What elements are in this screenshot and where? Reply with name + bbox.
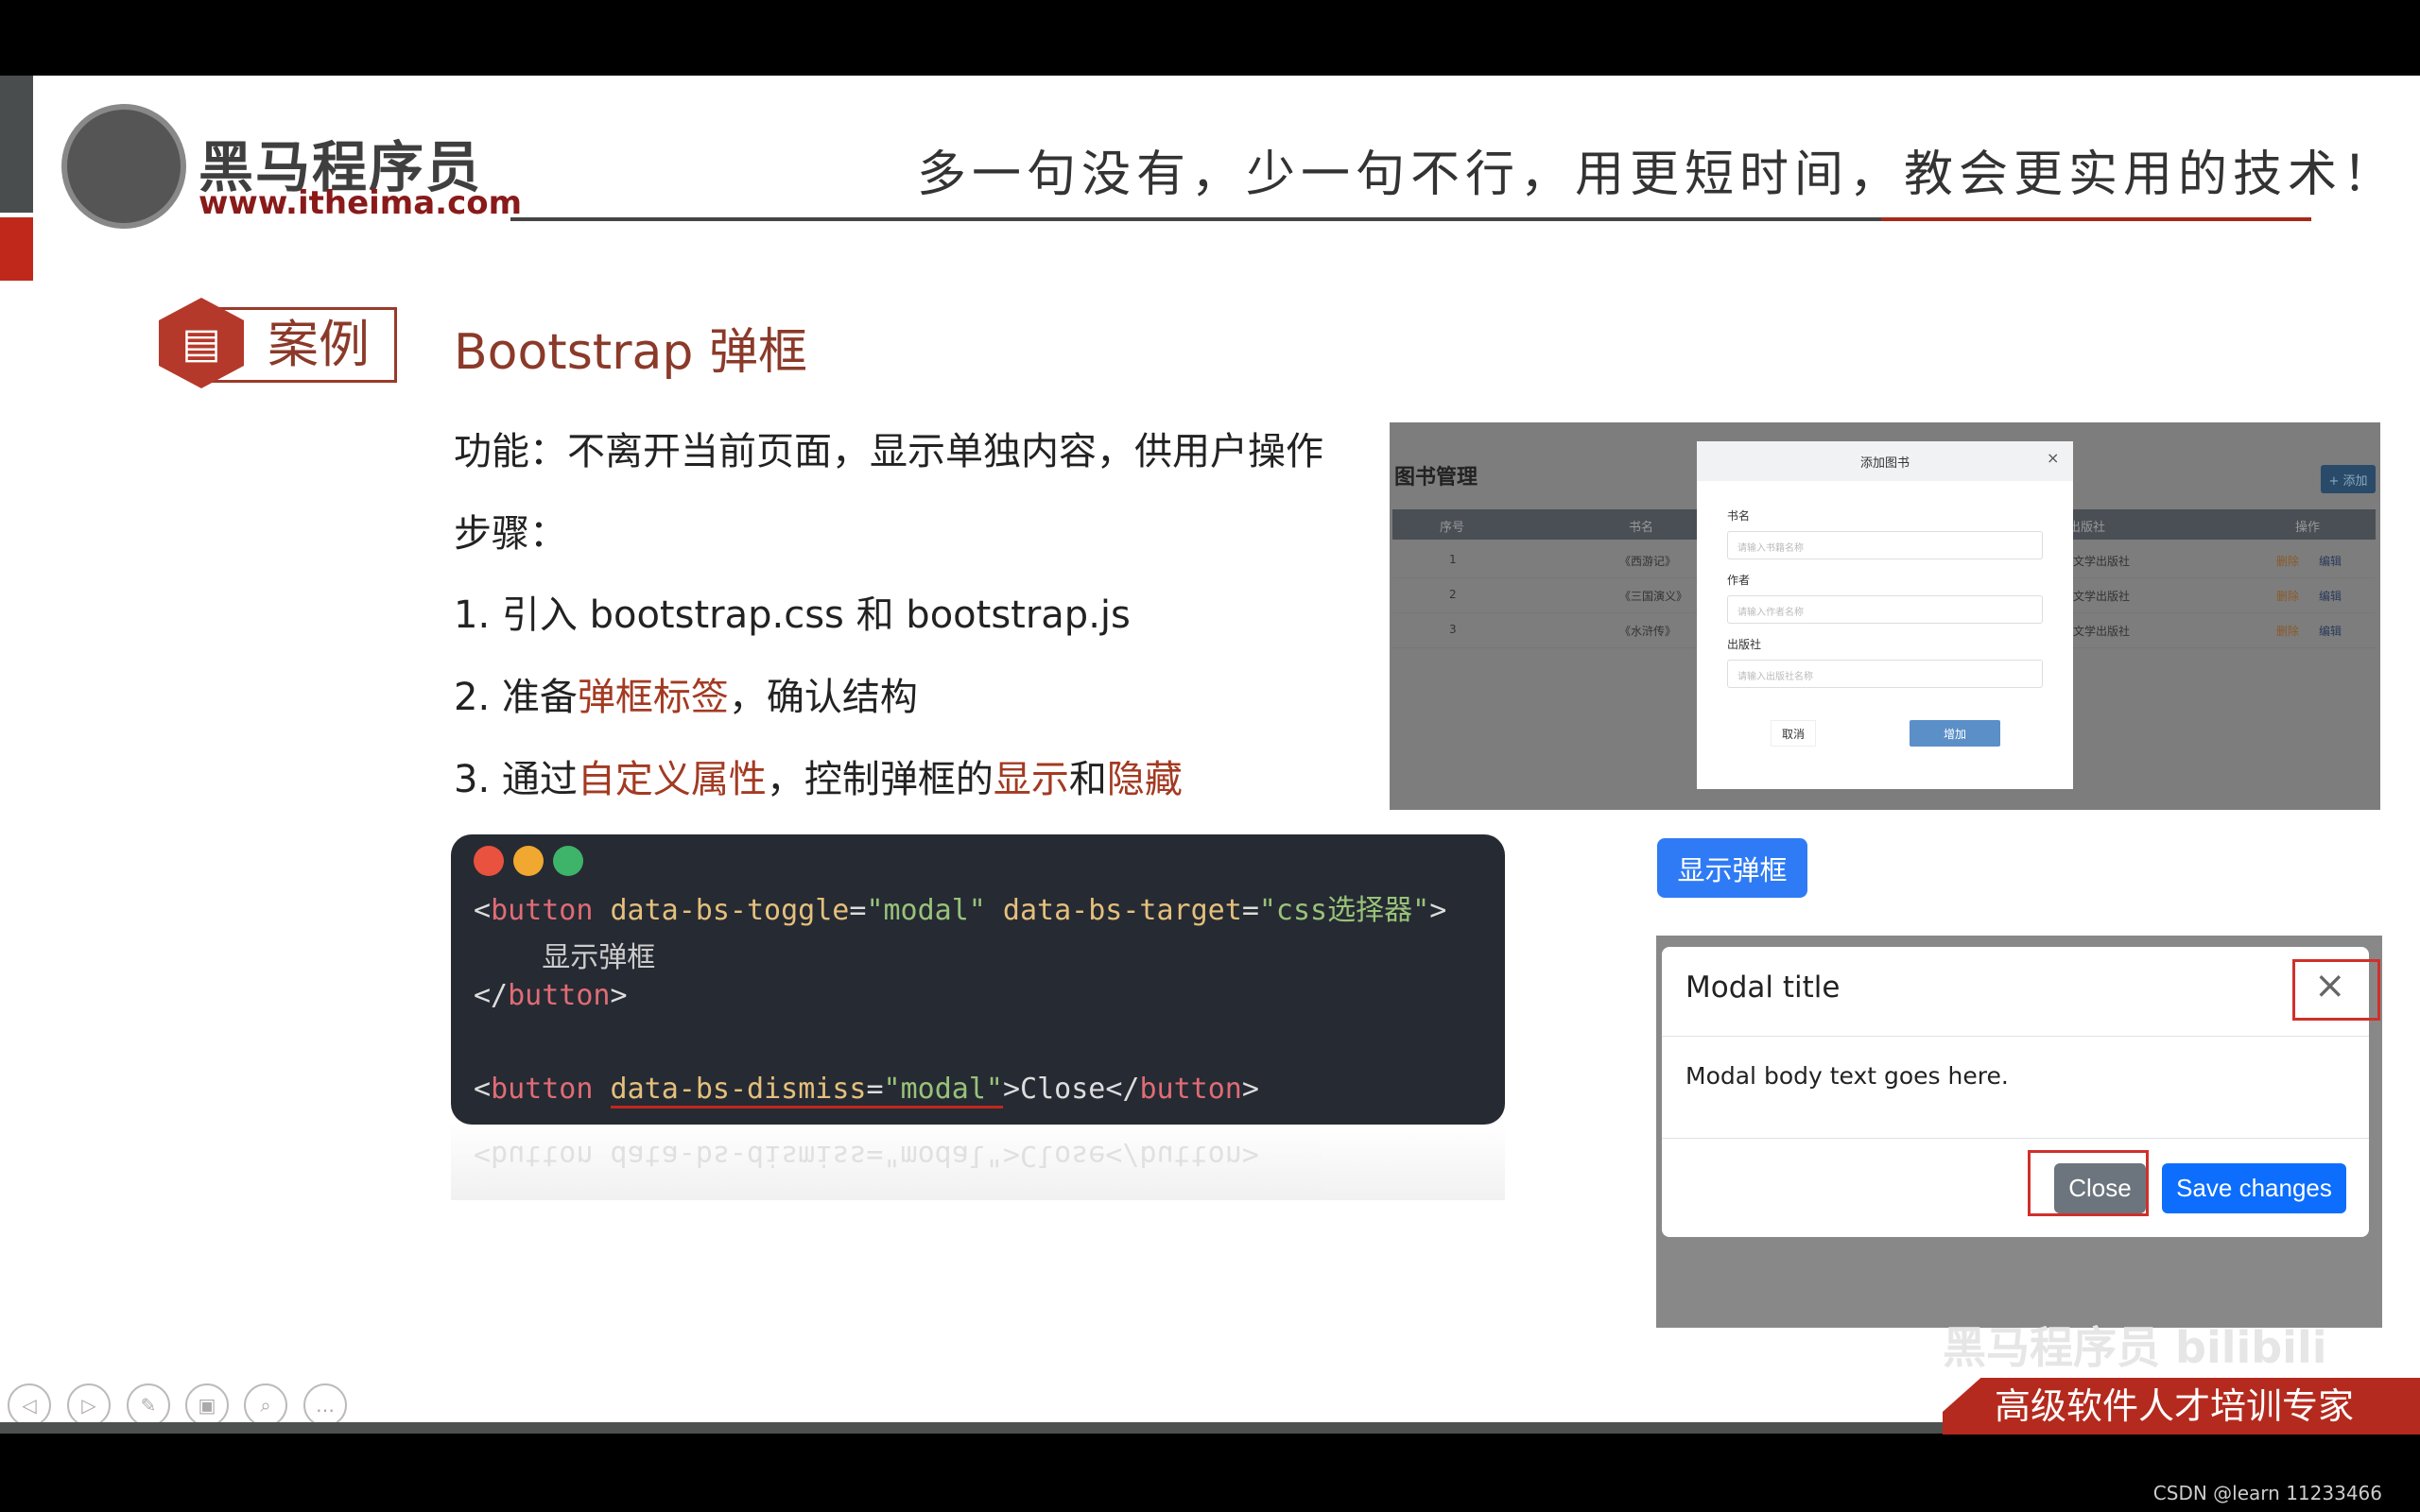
next-slide-icon[interactable]: ▷ [67, 1383, 111, 1427]
code-line-4: <button data-bs-dismiss="modal">Close</b… [474, 1073, 1259, 1108]
row-publisher: 文学出版社 [2073, 625, 2131, 638]
col-publisher: 出版社 [2068, 521, 2106, 535]
prev-slide-icon[interactable]: ◁ [8, 1383, 51, 1427]
col-index: 序号 [1440, 521, 1465, 535]
horse-logo-icon [61, 104, 186, 229]
field-label: 出版社 [1727, 638, 1762, 651]
row-publisher: 文学出版社 [2073, 590, 2131, 603]
delete-link[interactable]: 删除 [2276, 588, 2299, 604]
window-minimize-dot [513, 846, 544, 876]
field-label: 书名 [1727, 509, 1751, 523]
delete-link[interactable]: 删除 [2276, 553, 2299, 569]
step-2-post: ，确认结构 [728, 676, 918, 719]
slogan: 多一句没有，少一句不行，用更短时间，教会更实用的技术！ [917, 146, 2398, 203]
code-line-2: 显示弹框 [474, 941, 656, 974]
step-2-highlight: 弹框标签 [577, 676, 729, 719]
step-3-highlight-2: 显示 [993, 758, 1069, 801]
cancel-button[interactable]: 取消 [1771, 720, 1816, 747]
highlight-close-button [2028, 1150, 2149, 1216]
footer-divider [1662, 1138, 2369, 1139]
field-label: 作者 [1727, 574, 1751, 587]
slides-grid-icon[interactable]: ▣ [185, 1383, 229, 1427]
col-actions: 操作 [2295, 521, 2321, 535]
field-input[interactable]: 请输入作者名称 [1727, 595, 2043, 624]
step-3-highlight-1: 自定义属性 [577, 758, 767, 801]
modal-body: Modal body text goes here. [1685, 1062, 2009, 1090]
edit-link[interactable]: 编辑 [2319, 623, 2342, 639]
more-icon[interactable]: … [303, 1383, 347, 1427]
zoom-icon[interactable]: ⌕ [244, 1383, 287, 1427]
code-block: <button data-bs-toggle="modal" data-bs-t… [451, 834, 1505, 1125]
code-line-1: <button data-bs-toggle="modal" data-bs-t… [474, 894, 1447, 927]
add-book-modal: 添加图书 × 书名 请输入书籍名称 作者 请输入作者名称 出版社 请输入出版社名称 取消 … [1697, 441, 2073, 789]
book-page-title: 图书管理 [1394, 466, 1478, 490]
field-input[interactable]: 请输入出版社名称 [1727, 660, 2043, 688]
pen-icon[interactable]: ✎ [127, 1383, 170, 1427]
watermark: 黑马程序员 bilibili [1943, 1322, 2327, 1373]
csdn-credit: CSDN @learn 11233466 [2152, 1482, 2382, 1504]
step-2-pre: 2. 准备 [454, 676, 578, 719]
footer-banner: 高级软件人才培训专家 [1943, 1378, 2420, 1435]
demo-modal: Modal title × Modal body text goes here.… [1662, 947, 2369, 1237]
code-reflection: <button data-bs-dismiss="modal">Close</b… [451, 1125, 1505, 1200]
row-index: 1 [1449, 553, 1457, 566]
row-title: 《水浒传》 [1619, 625, 1677, 638]
step-3-pre: 3. 通过 [454, 758, 578, 801]
logo-url: www.itheima.com [199, 184, 523, 222]
col-title: 书名 [1629, 521, 1654, 535]
book-manager-screenshot: 图书管理 + 添加 序号 书名 出版社 操作 1 《西游记》 文学出版社 删除 编辑 2 《… [1390, 422, 2380, 810]
step-2: 2. 准备弹框标签，确认结构 [454, 666, 918, 721]
header-rule-accent [1881, 217, 2311, 221]
save-changes-button[interactable]: Save changes [2162, 1163, 2346, 1213]
slide: 黑马程序员 www.itheima.com 多一句没有，少一句不行，用更短时间，… [0, 76, 2420, 1435]
modal-title: Modal title [1685, 971, 1841, 1005]
field-input[interactable]: 请输入书籍名称 [1727, 531, 2043, 559]
delete-link[interactable]: 删除 [2276, 623, 2299, 639]
row-index: 2 [1449, 588, 1457, 601]
header-divider [1662, 1036, 2369, 1037]
code-line-3: </button> [474, 979, 628, 1012]
step-3-and: 和 [1068, 758, 1107, 801]
side-accent-red [0, 217, 33, 281]
demo-modal-backdrop: Modal title × Modal body text goes here.… [1656, 936, 2382, 1328]
highlight-close-x [2292, 959, 2380, 1021]
show-modal-button[interactable]: 显示弹框 [1657, 838, 1807, 898]
side-accent-gray [0, 76, 33, 213]
step-1: 1. 引入 bootstrap.css 和 bootstrap.js [454, 593, 1131, 637]
window-close-dot [474, 846, 504, 876]
steps-label: 步骤： [454, 512, 567, 556]
add-book-close-icon[interactable]: × [2047, 449, 2059, 467]
step-3: 3. 通过自定义属性，控制弹框的显示和隐藏 [454, 748, 1183, 803]
window-maximize-dot [553, 846, 583, 876]
step-3-highlight-3: 隐藏 [1106, 758, 1183, 801]
row-title: 《三国演义》 [1619, 590, 1688, 603]
row-title: 《西游记》 [1619, 555, 1677, 568]
add-book-button[interactable]: + 添加 [2321, 465, 2376, 493]
edit-link[interactable]: 编辑 [2319, 588, 2342, 604]
row-index: 3 [1449, 623, 1457, 636]
edit-link[interactable]: 编辑 [2319, 553, 2342, 569]
function-text: 功能：不离开当前页面，显示单独内容，供用户操作 [454, 430, 1323, 473]
add-book-modal-title: 添加图书 [1859, 456, 1910, 471]
step-3-mid: ，控制弹框的 [766, 758, 994, 801]
page-title: Bootstrap 弹框 [454, 324, 807, 381]
row-publisher: 文学出版社 [2073, 555, 2131, 568]
submit-button[interactable]: 增加 [1910, 720, 2000, 747]
